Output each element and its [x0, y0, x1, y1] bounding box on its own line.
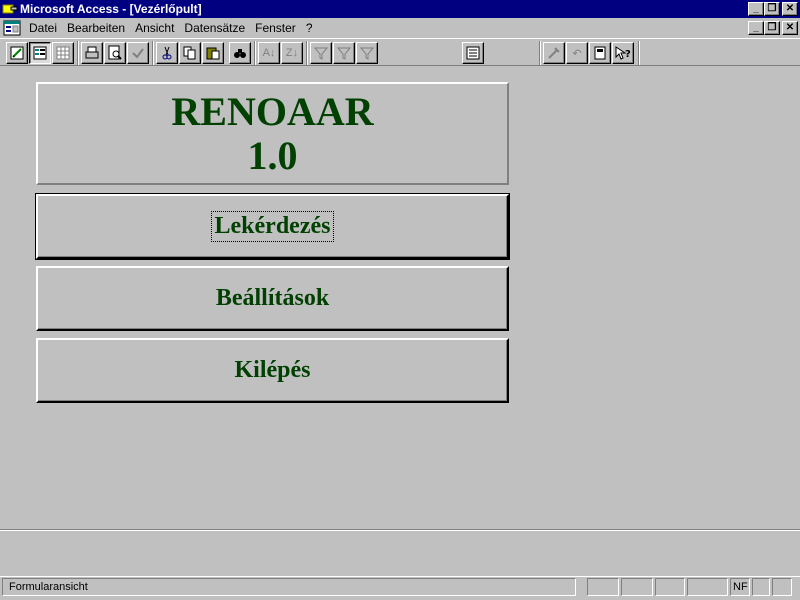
close-button[interactable]: ✕ [782, 2, 798, 16]
build-icon[interactable] [543, 42, 565, 64]
menu-bearbeiten[interactable]: Bearbeiten [62, 18, 130, 38]
menu-bar: Datei Bearbeiten Ansicht Datensätze Fens… [0, 18, 800, 38]
form-document-icon[interactable] [3, 20, 21, 36]
status-pane-4 [687, 578, 728, 596]
status-pane-2 [621, 578, 653, 596]
sort-descending-icon[interactable]: Z↓ [281, 42, 303, 64]
datasheet-view-icon[interactable] [52, 42, 74, 64]
menu-datensaetze[interactable]: Datensätze [179, 18, 250, 38]
settings-button[interactable]: Beállítások [36, 266, 509, 331]
toolbar: A↓ Z↓ ↶ ? [0, 38, 800, 66]
status-bar: Formularansicht NF [0, 576, 800, 596]
status-pane-1 [587, 578, 619, 596]
help-icon[interactable]: ? [612, 42, 634, 64]
status-pane-7 [772, 578, 792, 596]
app-version: 1.0 [247, 132, 298, 178]
exit-button-label: Kilépés [234, 357, 311, 383]
undo-icon[interactable]: ↶ [566, 42, 588, 64]
design-view-icon[interactable] [6, 42, 28, 64]
sort-ascending-icon[interactable]: A↓ [258, 42, 280, 64]
print-preview-icon[interactable] [104, 42, 126, 64]
spelling-icon[interactable] [127, 42, 149, 64]
settings-button-label: Beállítások [215, 285, 330, 311]
filter-by-selection-icon[interactable] [310, 42, 332, 64]
status-pane-3 [655, 578, 685, 596]
menu-fenster[interactable]: Fenster [250, 18, 301, 38]
properties-icon[interactable] [462, 42, 484, 64]
filter-by-form-icon[interactable] [333, 42, 355, 64]
menu-datei[interactable]: Datei [24, 18, 62, 38]
status-text: Formularansicht [2, 578, 576, 596]
exit-button[interactable]: Kilépés [36, 338, 509, 403]
print-icon[interactable] [81, 42, 103, 64]
apply-filter-icon[interactable] [356, 42, 378, 64]
doc-restore-button[interactable]: ❐ [764, 21, 780, 35]
app-title: RENOAAR [171, 88, 374, 134]
app-title-box: RENOAAR 1.0 [36, 82, 509, 185]
menu-ansicht[interactable]: Ansicht [130, 18, 179, 38]
doc-close-button[interactable]: ✕ [782, 21, 798, 35]
query-button-label: Lekérdezés [210, 211, 335, 242]
switchboard-form: RENOAAR 1.0 Lekérdezés Beállítások Kilép… [0, 67, 800, 529]
form-view-icon[interactable] [29, 42, 51, 64]
divider [0, 529, 800, 531]
paste-icon[interactable] [202, 42, 224, 64]
restore-button[interactable]: ❐ [764, 2, 780, 16]
svg-text:?: ? [625, 49, 631, 60]
cut-icon[interactable] [156, 42, 178, 64]
doc-minimize-button[interactable]: _ [748, 21, 764, 35]
database-window-icon[interactable] [589, 42, 611, 64]
access-key-icon[interactable] [2, 1, 18, 17]
window-title: Microsoft Access - [Vezérlőpult] [20, 2, 202, 16]
query-button[interactable]: Lekérdezés [35, 193, 510, 260]
find-icon[interactable] [229, 42, 251, 64]
menu-help[interactable]: ? [301, 18, 318, 38]
status-nf-indicator: NF [730, 578, 750, 596]
copy-icon[interactable] [179, 42, 201, 64]
title-bar: Microsoft Access - [Vezérlőpult] _ ❐ ✕ [0, 0, 800, 18]
minimize-button[interactable]: _ [748, 2, 764, 16]
status-pane-6 [752, 578, 770, 596]
